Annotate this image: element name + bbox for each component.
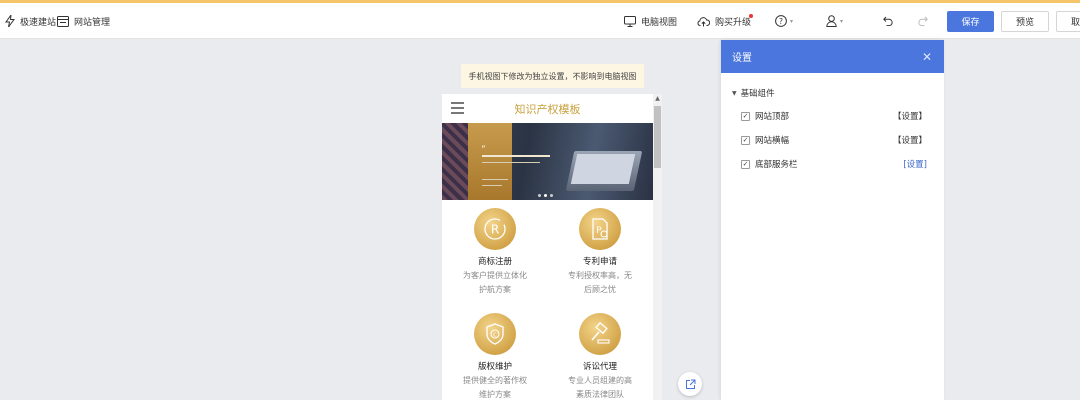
preview-button[interactable]: 预览 [1001, 11, 1049, 32]
settings-link[interactable]: 【设置】 [893, 110, 927, 122]
copyright-shield-icon: C [474, 313, 516, 355]
external-edit-icon [685, 375, 696, 394]
component-group-label: 基础组件 [740, 89, 775, 99]
component-row-header: ✓ 网站顶部 【设置】 [741, 109, 927, 123]
redo-icon [917, 16, 928, 26]
trademark-r-icon: R [474, 208, 516, 250]
phone-preview: 知识产权模板 “ R 商标注册 为客户提供立体化护航方案 P 专利申请 专利授权… [442, 94, 653, 400]
service-title: 专利申请 [582, 257, 617, 267]
component-name: 底部服务栏 [755, 160, 798, 170]
quote-mark-icon: “ [481, 145, 486, 155]
edit-float-button[interactable] [678, 372, 702, 396]
service-card[interactable]: P 专利申请 专利授权率高，无后顾之忧 [550, 208, 650, 297]
phone-header: 知识产权模板 [442, 94, 653, 123]
desktop-view-label: 电脑视图 [641, 17, 678, 28]
service-title: 诉讼代理 [582, 362, 617, 372]
buy-upgrade-button[interactable]: 购买升级 [697, 3, 751, 39]
checkbox[interactable]: ✓ [741, 135, 750, 145]
service-card[interactable]: 诉讼代理 专业人员组建的高素质法律团队 [550, 313, 650, 400]
gavel-icon [579, 313, 621, 355]
service-card[interactable]: R 商标注册 为客户提供立体化护航方案 [445, 208, 545, 297]
svg-text:?: ? [779, 17, 783, 26]
component-name: 网站横幅 [755, 136, 790, 146]
component-name: 网站顶部 [755, 112, 790, 122]
quick-build-button[interactable]: 极速建站 [5, 3, 56, 39]
buy-upgrade-label: 购买升级 [715, 17, 752, 28]
phone-banner-image[interactable]: “ [442, 123, 653, 200]
close-icon[interactable]: ✕ [922, 40, 932, 73]
site-manage-label: 网站管理 [74, 17, 111, 28]
undo-icon [883, 16, 894, 26]
component-row-footer: ✓ 底部服务栏 [设置] [741, 157, 927, 171]
settings-panel-header: 设置 ✕ [721, 40, 944, 73]
service-desc: 提供健全的著作权维护方案 [463, 376, 527, 399]
service-desc: 专利授权率高，无后顾之忧 [568, 271, 632, 294]
monitor-icon [624, 15, 636, 27]
caret-down-icon: ▼ [732, 89, 737, 97]
component-row-banner: ✓ 网站横幅 【设置】 [741, 133, 927, 147]
service-title: 版权维护 [477, 362, 512, 372]
scrollbar-thumb[interactable] [654, 106, 661, 168]
settings-panel: 设置 ✕ ▼ 基础组件 ✓ 网站顶部 【设置】 ✓ 网站横幅 【设置】 ✓ 底部… [721, 40, 944, 400]
patent-certificate-icon: P [579, 208, 621, 250]
save-button[interactable]: 保存 [947, 11, 994, 32]
cloud-upload-icon [697, 16, 710, 27]
mobile-view-notice: 手机视图下修改为独立设置，不影响到电脑视图 [461, 64, 644, 88]
phone-site-title: 知识产权模板 [514, 102, 581, 116]
checkbox[interactable]: ✓ [741, 159, 750, 169]
site-manage-button[interactable]: 网站管理 [57, 3, 110, 39]
svg-text:C: C [493, 332, 497, 338]
service-desc: 专业人员组建的高素质法律团队 [568, 376, 632, 399]
service-title: 商标注册 [477, 257, 512, 267]
help-menu[interactable]: ? ▾ [775, 3, 793, 39]
cancel-button[interactable]: 取 [1056, 11, 1080, 32]
redo-button[interactable] [917, 3, 928, 39]
checkbox[interactable]: ✓ [741, 111, 750, 121]
settings-panel-title: 设置 [732, 53, 752, 64]
component-group-toggle[interactable]: ▼ 基础组件 [732, 87, 775, 99]
help-icon: ? [775, 15, 787, 27]
banner-carousel-dots[interactable] [538, 194, 553, 197]
phone-scrollbar[interactable]: ▲ [653, 94, 662, 400]
site-manage-icon [57, 15, 69, 27]
scroll-up-arrow-icon[interactable]: ▲ [653, 94, 662, 103]
notification-dot [749, 14, 753, 18]
service-card[interactable]: C 版权维护 提供健全的著作权维护方案 [445, 313, 545, 400]
settings-link[interactable]: 【设置】 [893, 134, 927, 146]
settings-link[interactable]: [设置] [903, 158, 927, 170]
svg-text:R: R [491, 223, 499, 237]
desktop-view-button[interactable]: 电脑视图 [624, 3, 677, 39]
top-toolbar: 极速建站 网站管理 电脑视图 购买升级 ? ▾ ▾ 保存 预览 取 [0, 3, 1080, 39]
chevron-down-icon: ▾ [840, 17, 844, 25]
quick-build-label: 极速建站 [20, 17, 57, 28]
undo-button[interactable] [883, 3, 894, 39]
user-menu[interactable]: ▾ [826, 3, 843, 39]
chevron-down-icon: ▾ [790, 17, 794, 25]
user-icon [826, 15, 837, 27]
service-desc: 为客户提供立体化护航方案 [463, 271, 527, 294]
lightning-icon [5, 15, 15, 27]
